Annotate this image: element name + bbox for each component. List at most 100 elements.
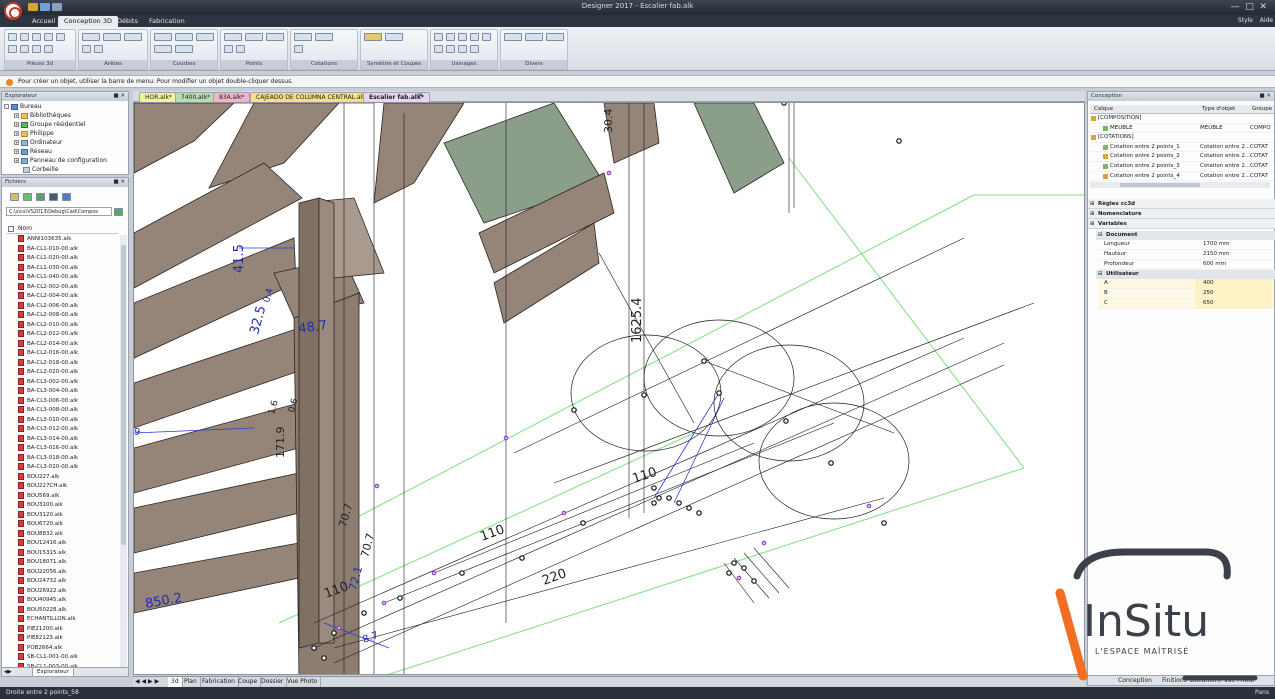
dimension-tool-icon[interactable] xyxy=(315,33,333,41)
close-icon[interactable]: ■ ✕ xyxy=(113,92,125,101)
selected-point[interactable] xyxy=(606,170,612,176)
file-item[interactable]: BOU8832.alk xyxy=(18,529,63,540)
3d-viewport[interactable]: 30.4 41.5 32.5 48.7 1625.4 110 110 220 1… xyxy=(133,102,1085,675)
file-item[interactable]: POB2664.alk xyxy=(18,643,62,654)
piece-tool-icon[interactable] xyxy=(56,33,65,41)
file-item[interactable]: BOU40945.alk xyxy=(18,596,66,606)
selected-point[interactable] xyxy=(866,503,872,509)
tree-item[interactable]: + Panneau de configuration xyxy=(14,156,107,165)
layer-row[interactable]: Cotation entre 2 points_2 Cotation entre … xyxy=(1090,152,1274,162)
var-row-b[interactable]: B 250 xyxy=(1098,289,1273,299)
file-item[interactable]: BA-CL2-016-00.alk xyxy=(18,349,78,359)
layer-row[interactable]: MEUBLE MEUBLE COMPO xyxy=(1090,124,1274,134)
layer-visibility-icon[interactable] xyxy=(1103,154,1108,160)
tab-accueil[interactable]: Accueil xyxy=(26,16,61,27)
tree-item[interactable]: + Groupe résidentiel xyxy=(14,120,85,129)
layer-visibility-icon[interactable] xyxy=(1103,125,1108,131)
file-item[interactable]: BA-CL3-018-00.alk xyxy=(18,453,78,464)
var-row-profondeur[interactable]: Profondeur 600 mm xyxy=(1098,260,1273,270)
selected-point[interactable] xyxy=(761,540,767,546)
file-item[interactable]: BOU26922.alk xyxy=(18,586,66,597)
document-tab[interactable]: 83A.alk* xyxy=(213,92,251,102)
selected-point[interactable] xyxy=(503,435,509,441)
file-item[interactable]: BOU18071.alk xyxy=(18,558,66,568)
construction-point[interactable] xyxy=(741,565,747,571)
file-item[interactable]: BOU3100.alk xyxy=(18,501,63,511)
section-variables[interactable]: Variables xyxy=(1088,219,1275,229)
view-tab[interactable]: Vue Photo xyxy=(284,677,322,687)
var-value[interactable]: 250 xyxy=(1195,289,1273,299)
scroll-thumb[interactable] xyxy=(1120,183,1200,187)
tab-debits[interactable]: Débits xyxy=(111,16,144,27)
construction-point[interactable] xyxy=(311,645,317,651)
edge-tool-icon[interactable] xyxy=(82,33,100,41)
piece-tool-icon[interactable] xyxy=(8,33,17,41)
var-value[interactable]: 2150 mm xyxy=(1203,250,1229,260)
layer-row[interactable]: Cotation entre 2 points_1 Cotation entre … xyxy=(1090,143,1274,153)
home-icon[interactable] xyxy=(36,193,45,201)
construction-point[interactable] xyxy=(651,485,657,491)
file-item[interactable]: BA-CL2-006-00.alk xyxy=(18,301,78,312)
curve-tool-icon[interactable] xyxy=(175,33,193,41)
piece-tool-icon[interactable] xyxy=(20,33,29,41)
var-row-hauteur[interactable]: Hauteur 2150 mm xyxy=(1098,250,1273,260)
column-type[interactable]: Type d'objet xyxy=(1202,105,1235,114)
file-item[interactable]: BA-CL2-002-00.alk xyxy=(18,282,78,293)
file-item[interactable]: BA-CL3-006-00.alk xyxy=(18,396,78,407)
file-item[interactable]: BA-CL2-020-00.alk xyxy=(18,368,78,378)
misc-tool-icon[interactable] xyxy=(504,33,522,41)
subsection-document[interactable]: Document xyxy=(1096,231,1275,240)
app-logo-icon[interactable] xyxy=(4,2,22,20)
tree-item[interactable]: Corbeille xyxy=(23,165,59,174)
document-tab[interactable]: CAJEADO DE COLUMNA CENTRAL.alk* xyxy=(250,92,375,102)
layer-visibility-icon[interactable] xyxy=(1091,116,1096,121)
curve-tool-icon[interactable] xyxy=(154,33,172,41)
tree-item[interactable]: + Réseau xyxy=(14,147,52,156)
mirror-tool-icon[interactable] xyxy=(364,33,382,41)
point-tool-icon[interactable] xyxy=(224,45,233,53)
cut-tool-icon[interactable] xyxy=(385,33,403,41)
piece-tool-icon[interactable] xyxy=(44,33,53,41)
selected-point[interactable] xyxy=(561,510,567,516)
construction-point[interactable] xyxy=(731,560,737,566)
construction-point[interactable] xyxy=(896,138,902,144)
file-item[interactable]: BA-CL2-012-00.alk xyxy=(18,330,78,340)
machining-tool-icon[interactable] xyxy=(458,45,467,53)
point-tool-icon[interactable] xyxy=(245,33,263,41)
view-tab[interactable]: Dossier xyxy=(258,677,288,687)
file-item[interactable]: BA-CL3-004-00.alk xyxy=(18,387,78,397)
tree-item-bureau[interactable]: - Bureau xyxy=(4,102,41,111)
selected-point[interactable] xyxy=(431,570,437,576)
file-item[interactable]: BOU22056.alk xyxy=(18,567,66,578)
file-item[interactable]: BA-CL2-004-00.alk xyxy=(18,292,78,302)
construction-point[interactable] xyxy=(331,630,337,636)
expand-icon[interactable]: + xyxy=(14,158,19,163)
var-value[interactable]: 1700 mm xyxy=(1203,240,1229,250)
machining-tool-icon[interactable] xyxy=(482,33,491,41)
construction-point[interactable] xyxy=(828,460,834,466)
construction-point[interactable] xyxy=(641,392,647,398)
expand-icon[interactable]: + xyxy=(14,131,19,136)
stop-icon[interactable] xyxy=(49,193,58,201)
construction-point[interactable] xyxy=(781,103,787,106)
tab-explorateur[interactable]: Explorateur xyxy=(32,668,75,677)
file-item[interactable]: PIE21200.alk xyxy=(18,624,63,635)
file-item[interactable]: BA-CL2-014-00.alk xyxy=(18,339,78,350)
close-icon[interactable]: ■ ✕ xyxy=(113,178,125,187)
file-item[interactable]: PIE82123.alk xyxy=(18,634,63,644)
path-field[interactable]: C:\s\cs\VS2013\Debug\Cad\Compos xyxy=(6,207,112,216)
construction-point[interactable] xyxy=(666,495,672,501)
close-tab-icon[interactable]: ✕ xyxy=(418,92,423,99)
curve-tool-icon[interactable] xyxy=(175,45,193,53)
scroll-thumb[interactable] xyxy=(121,245,126,545)
selected-point[interactable] xyxy=(736,575,742,581)
construction-point[interactable] xyxy=(651,500,657,506)
tab-nav-icon[interactable]: ◀ ◀ ▶ ▶ xyxy=(135,677,159,687)
layer-visibility-icon[interactable] xyxy=(1103,173,1108,179)
piece-tool-icon[interactable] xyxy=(32,33,41,41)
construction-point[interactable] xyxy=(397,595,403,601)
files-scrollbar[interactable] xyxy=(120,235,127,668)
layer-visibility-icon[interactable] xyxy=(1091,135,1096,141)
help-menu[interactable]: Aide xyxy=(1260,17,1273,24)
var-row-c[interactable]: C 650 xyxy=(1098,299,1273,309)
